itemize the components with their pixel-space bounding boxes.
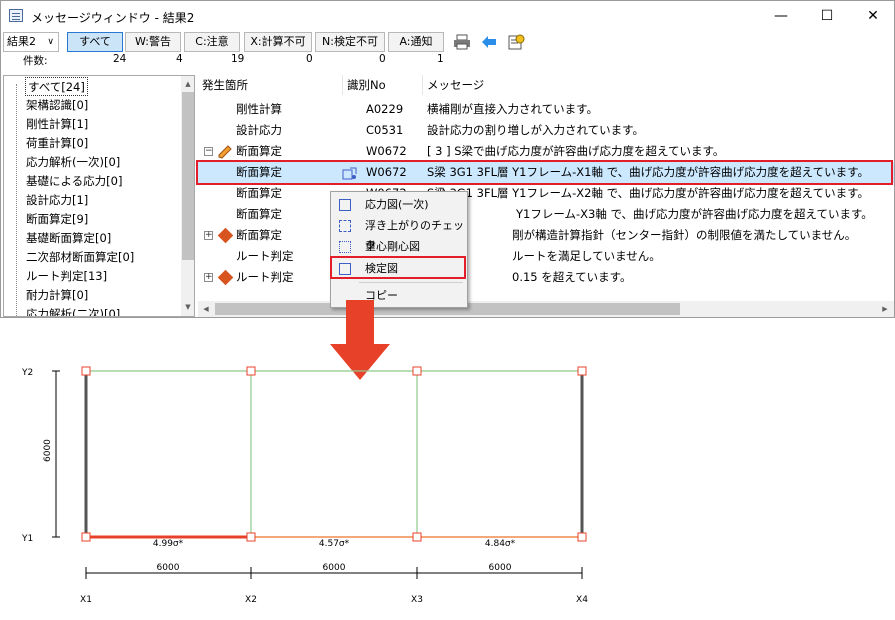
tree-item[interactable]: すべて[24] xyxy=(25,77,88,96)
grid-label-x1: X1 xyxy=(80,595,92,605)
table-row[interactable]: 断面算定 Y1フレーム-X3軸 で、曲げ応力度が許容曲げ応力度を超えています。 xyxy=(198,204,894,225)
count-row: 件数: 24 4 19 0 0 1 xyxy=(1,53,894,67)
tree-item[interactable]: 剛性計算[1] xyxy=(26,115,88,134)
chevron-down-icon: ∨ xyxy=(47,37,54,47)
tree-item[interactable]: 架構認識[0] xyxy=(26,96,88,115)
tree-item[interactable]: 基礎による応力[0] xyxy=(26,172,122,191)
result-select[interactable]: 結果2 ∨ xyxy=(3,32,59,52)
beam-value-2: 4.57σ* xyxy=(319,539,350,549)
table-row[interactable]: + ルート判定 0.15 を超えています。 xyxy=(198,267,894,288)
error-icon xyxy=(217,227,234,244)
table-row[interactable]: 剛性計算 A0229 横補剛が直接入力されています。 xyxy=(198,99,894,120)
maximize-button[interactable]: ☐ xyxy=(804,1,850,31)
tree-scrollbar[interactable]: ▲ ▼ xyxy=(181,76,194,316)
centroid-diagram-icon xyxy=(339,241,351,253)
tree-item[interactable]: 耐力計算[0] xyxy=(26,286,88,305)
toolbar: 結果2 ∨ すべて W:警告 C:注意 X:計算不可 N:検定不可 A:通知 xyxy=(1,31,894,53)
highlight-check-diagram xyxy=(330,256,466,279)
context-menu: 応力図(一次) 浮き上がりのチェック 重心剛心図 検定図 コピー xyxy=(330,191,468,308)
count-label: 件数: xyxy=(23,55,48,67)
scroll-up-icon[interactable]: ▲ xyxy=(181,77,194,91)
span-dimension-2: 6000 xyxy=(323,563,346,573)
count-check-impossible: 0 xyxy=(379,53,386,65)
table-row[interactable]: − 断面算定 W0672 [ 3 ] S梁で曲げ応力度が許容曲げ応力度を超えてい… xyxy=(198,141,894,162)
column-header-id[interactable]: 識別No xyxy=(347,77,386,93)
title-bar: メッセージウィンドウ - 結果2 — ☐ ✕ xyxy=(1,1,894,31)
properties-icon[interactable] xyxy=(507,34,525,50)
window-list-icon xyxy=(9,9,23,22)
tree-item[interactable]: 応力解析(二次)[0] xyxy=(26,305,120,316)
menu-item-stress-diagram[interactable]: 応力図(一次) xyxy=(331,195,467,215)
tree-item[interactable]: 二次部材断面算定[0] xyxy=(26,248,134,267)
filter-all-button[interactable]: すべて xyxy=(67,32,123,52)
tree-item[interactable]: ルート判定[13] xyxy=(26,267,107,286)
grid-label-y1: Y1 xyxy=(21,534,33,544)
table-row[interactable]: + 断面算定 剛が構造計算指針（センター指針）の制限値を満たしていません。 xyxy=(198,225,894,246)
scroll-down-icon[interactable]: ▼ xyxy=(181,300,194,314)
category-tree: すべて[24] 架構認識[0] 剛性計算[1] 荷重計算[0] 応力解析(一次)… xyxy=(3,75,195,317)
tree-item[interactable]: 断面算定[9] xyxy=(26,210,88,229)
grid-label-x4: X4 xyxy=(576,595,588,605)
filter-caution-button[interactable]: C:注意 xyxy=(184,32,240,52)
scroll-left-icon[interactable]: ◀ xyxy=(199,302,213,316)
close-button[interactable]: ✕ xyxy=(850,1,894,31)
expand-icon[interactable]: + xyxy=(204,273,213,282)
grid-label-y2: Y2 xyxy=(21,368,33,378)
menu-item-centroid-diagram[interactable]: 重心剛心図 xyxy=(331,237,467,257)
result-select-value: 結果2 xyxy=(7,35,36,48)
node-markers xyxy=(81,366,587,542)
menu-item-uplift-check[interactable]: 浮き上がりのチェック xyxy=(331,216,467,252)
error-icon xyxy=(217,269,234,286)
height-dimension: 6000 xyxy=(43,439,53,462)
count-calc-impossible: 0 xyxy=(306,53,313,65)
scroll-right-icon[interactable]: ▶ xyxy=(878,302,892,316)
uplift-check-icon xyxy=(339,220,351,232)
filter-notice-button[interactable]: A:通知 xyxy=(388,32,444,52)
scroll-thumb[interactable] xyxy=(182,92,194,260)
frame-check-diagram: 4.99σ* 4.57σ* 4.84σ* Y2 Y1 6000 6000 600… xyxy=(21,366,588,605)
span-dimension-3: 6000 xyxy=(489,563,512,573)
collapse-icon[interactable]: − xyxy=(204,147,213,156)
beam-value-1: 4.99σ* xyxy=(153,539,184,549)
count-warning: 4 xyxy=(176,53,183,65)
tree-item[interactable]: 設計応力[1] xyxy=(26,191,88,210)
filter-calc-impossible-button[interactable]: X:計算不可 xyxy=(244,32,312,52)
beam-value-3: 4.84σ* xyxy=(485,539,516,549)
window-title: メッセージウィンドウ - 結果2 xyxy=(31,11,195,25)
filter-warning-button[interactable]: W:警告 xyxy=(125,32,181,52)
message-list: 発生箇所 識別No メッセージ 剛性計算 A0229 横補剛が直接入力されていま… xyxy=(198,75,894,317)
column-header-location[interactable]: 発生箇所 xyxy=(202,77,248,93)
count-notice: 1 xyxy=(437,53,444,65)
table-row[interactable]: ルート判定 ルートを満足していません。 xyxy=(198,246,894,267)
count-all: 24 xyxy=(113,53,127,65)
tree-item[interactable]: 基礎断面算定[0] xyxy=(26,229,111,248)
grid-label-x3: X3 xyxy=(411,595,423,605)
table-row[interactable]: 断面算定 W0672 S梁 3G1 3FL層 Y1フレーム-X2軸 で、曲げ応力… xyxy=(198,183,894,204)
table-row[interactable]: 設計応力 C0531 設計応力の割り増しが入力されています。 xyxy=(198,120,894,141)
highlight-selected-row xyxy=(196,160,893,185)
count-caution: 19 xyxy=(231,53,245,65)
span-dimension-1: 6000 xyxy=(157,563,180,573)
list-horizontal-scrollbar[interactable]: ◀ ▶ xyxy=(198,301,894,317)
stress-diagram-icon xyxy=(339,199,351,211)
column-header-message[interactable]: メッセージ xyxy=(427,77,484,93)
print-icon[interactable] xyxy=(453,34,471,50)
minimize-button[interactable]: — xyxy=(758,1,804,31)
expand-icon[interactable]: + xyxy=(204,231,213,240)
back-arrow-icon[interactable] xyxy=(480,34,498,50)
grid-label-x2: X2 xyxy=(245,595,257,605)
filter-check-impossible-button[interactable]: N:検定不可 xyxy=(315,32,385,52)
tree-item[interactable]: 荷重計算[0] xyxy=(26,134,88,153)
tree-item[interactable]: 応力解析(一次)[0] xyxy=(26,153,120,172)
pencil-icon xyxy=(218,145,232,159)
